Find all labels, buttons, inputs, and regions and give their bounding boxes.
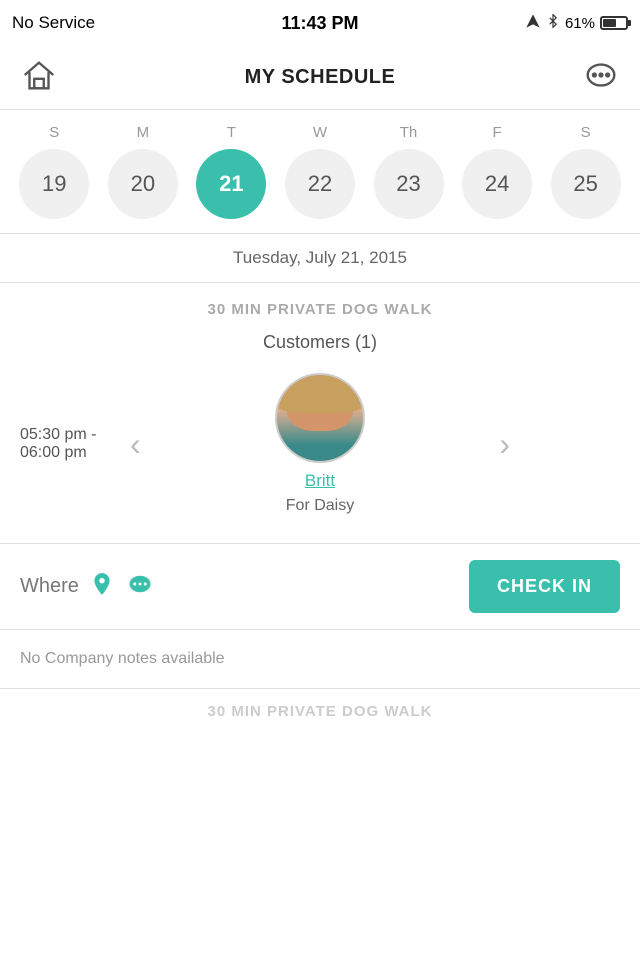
carrier-text: No Service bbox=[12, 13, 95, 33]
status-right: 61% bbox=[525, 13, 628, 33]
time-start: 05:30 pm - bbox=[20, 426, 120, 444]
day-header-sun: S bbox=[19, 124, 89, 141]
calendar-day-25[interactable]: 25 bbox=[551, 149, 621, 219]
calendar-day-24[interactable]: 24 bbox=[462, 149, 532, 219]
customers-count: Customers (1) bbox=[20, 332, 620, 353]
status-bar: No Service 11:43 PM 61% bbox=[0, 0, 640, 46]
location-pin-icon[interactable] bbox=[89, 571, 115, 602]
calendar-section: S M T W Th F S 19 20 21 22 23 24 25 bbox=[0, 110, 640, 234]
calendar-day-23[interactable]: 23 bbox=[374, 149, 444, 219]
second-appointment-title: 30 MIN PRIVATE DOG WALK bbox=[20, 703, 620, 720]
status-time: 11:43 PM bbox=[281, 13, 358, 34]
app-header: MY SCHEDULE bbox=[0, 46, 640, 110]
customer-name[interactable]: Britt bbox=[305, 471, 335, 491]
day-header-sat: S bbox=[551, 124, 621, 141]
second-appointment-stub: 30 MIN PRIVATE DOG WALK bbox=[0, 689, 640, 720]
appointment-title: 30 MIN PRIVATE DOG WALK bbox=[20, 301, 620, 318]
calendar-day-19[interactable]: 19 bbox=[19, 149, 89, 219]
calendar-day-20[interactable]: 20 bbox=[108, 149, 178, 219]
check-in-button[interactable]: CHECK IN bbox=[469, 560, 620, 613]
notes-section: No Company notes available bbox=[0, 630, 640, 689]
status-left: No Service bbox=[12, 13, 101, 33]
day-headers: S M T W Th F S bbox=[0, 124, 640, 141]
day-header-tue: T bbox=[196, 124, 266, 141]
time-block: 05:30 pm - 06:00 pm bbox=[20, 426, 120, 462]
battery-indicator bbox=[600, 16, 628, 30]
chat-bubble-icon[interactable] bbox=[582, 56, 620, 99]
avatar bbox=[275, 373, 365, 463]
day-header-thu: Th bbox=[374, 124, 444, 141]
company-notes: No Company notes available bbox=[20, 650, 225, 667]
time-end: 06:00 pm bbox=[20, 444, 120, 462]
next-customer-arrow[interactable]: › bbox=[489, 426, 520, 463]
day-header-wed: W bbox=[285, 124, 355, 141]
pet-name: For Daisy bbox=[286, 497, 354, 515]
where-label: Where bbox=[20, 575, 79, 598]
message-icon[interactable] bbox=[125, 569, 155, 604]
where-section: Where bbox=[20, 569, 155, 604]
calendar-day-21[interactable]: 21 bbox=[196, 149, 266, 219]
action-row: Where CHECK IN bbox=[0, 544, 640, 630]
selected-date-label: Tuesday, July 21, 2015 bbox=[0, 234, 640, 283]
calendar-day-22[interactable]: 22 bbox=[285, 149, 355, 219]
home-icon[interactable] bbox=[20, 56, 58, 99]
bluetooth-icon bbox=[546, 14, 560, 32]
customer-card: Britt For Daisy bbox=[151, 373, 490, 515]
location-arrow-icon bbox=[525, 13, 541, 33]
page-title: MY SCHEDULE bbox=[245, 66, 396, 89]
day-header-mon: M bbox=[108, 124, 178, 141]
appointment-section: 30 MIN PRIVATE DOG WALK Customers (1) 05… bbox=[0, 283, 640, 544]
prev-customer-arrow[interactable]: ‹ bbox=[120, 426, 151, 463]
day-header-fri: F bbox=[462, 124, 532, 141]
day-numbers: 19 20 21 22 23 24 25 bbox=[0, 149, 640, 233]
customer-row: 05:30 pm - 06:00 pm ‹ Britt For Daisy › bbox=[20, 373, 620, 515]
battery-percent: 61% bbox=[565, 15, 595, 32]
